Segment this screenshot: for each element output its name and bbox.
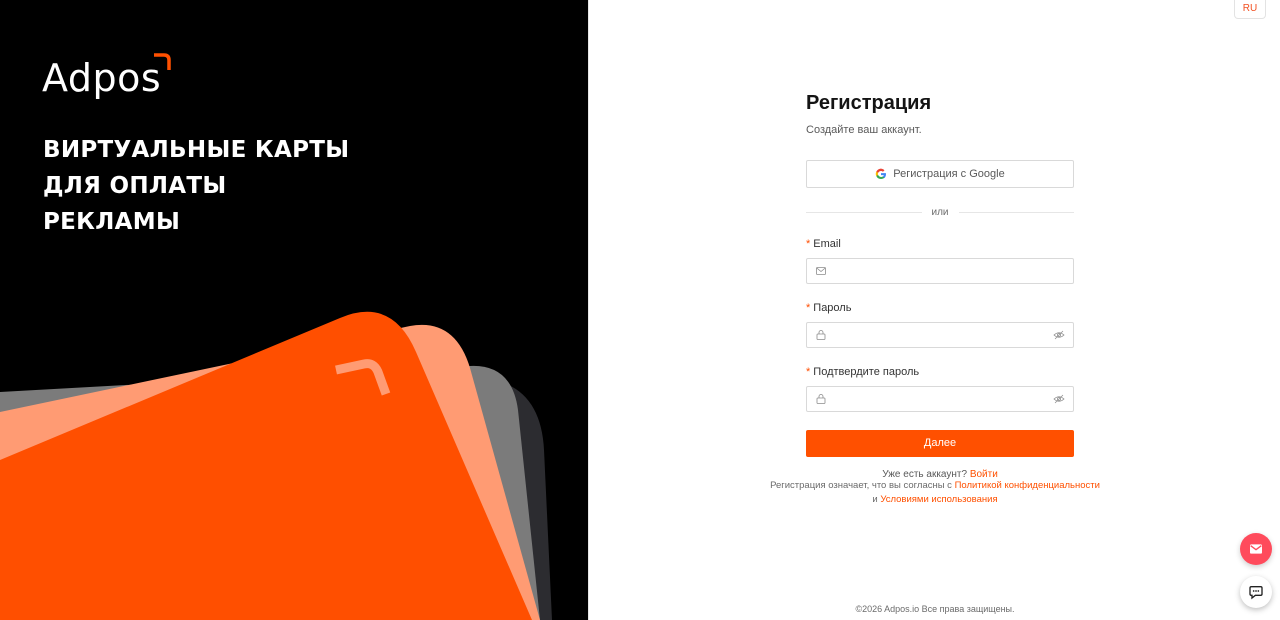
mail-icon [1250, 544, 1262, 554]
required-mark: * [806, 366, 811, 378]
email-field[interactable] [806, 258, 1074, 284]
brand-logo-mark-icon [154, 53, 171, 70]
google-signup-label: Регистрация с Google [893, 168, 1005, 180]
required-mark: * [806, 302, 811, 314]
promo-line-3: РЕКЛАМЫ [43, 209, 181, 235]
lock-icon [816, 394, 826, 404]
terms-and: и [872, 494, 878, 505]
chat-icon [1249, 586, 1263, 600]
privacy-policy-link[interactable]: Политикой конфиденциальности [955, 480, 1100, 491]
required-mark: * [806, 238, 811, 250]
divider-text: или [931, 206, 949, 218]
registration-form: Регистрация Создайте ваш аккаунт. Регист… [806, 92, 1075, 483]
eye-icon[interactable] [1053, 329, 1065, 341]
language-selector[interactable]: RU [1234, 0, 1266, 19]
lock-icon [816, 330, 826, 340]
password-group: * Пароль [806, 302, 1074, 348]
promo-panel: Adpos ВИРТУАЛЬНЫЕ КАРТЫ ДЛЯ ОПЛАТЫ РЕКЛА… [0, 0, 588, 620]
promo-line-1: ВИРТУАЛЬНЫЕ КАРТЫ [43, 137, 350, 163]
promo-line-2: ДЛЯ ОПЛАТЫ [43, 173, 227, 199]
password-label-text: Пароль [813, 302, 852, 314]
support-mail-button[interactable] [1240, 533, 1272, 565]
brand-logo-text: Adpos [42, 56, 162, 100]
confirm-password-group: * Подтвердите пароль [806, 366, 1074, 412]
page-title: Регистрация [806, 92, 932, 114]
password-field[interactable] [806, 322, 1074, 348]
terms-of-use-link[interactable]: Условиями использования [880, 494, 997, 505]
email-input[interactable] [833, 259, 1065, 283]
terms-prefix: Регистрация означает, что вы согласны с [770, 480, 952, 491]
divider-line-right [958, 211, 1075, 213]
mail-icon [816, 267, 826, 275]
next-button[interactable]: Далее [806, 430, 1074, 457]
email-label-text: Email [813, 238, 841, 250]
confirm-password-input[interactable] [833, 387, 1053, 411]
chat-button[interactable] [1240, 576, 1272, 608]
confirm-password-label: * Подтвердите пароль [806, 366, 1074, 380]
promo-headline: ВИРТУАЛЬНЫЕ КАРТЫ ДЛЯ ОПЛАТЫ РЕКЛАМЫ [43, 132, 349, 240]
password-input[interactable] [833, 323, 1053, 347]
footer-copyright: ©2026 Adpos.io Все права защищены. [855, 604, 1015, 614]
divider-line-left [806, 211, 922, 213]
auth-panel: RU Регистрация Создайте ваш аккаунт. Рег… [588, 0, 1280, 620]
eye-icon[interactable] [1053, 393, 1065, 405]
terms-notice: Регистрация означает, что вы согласны с … [589, 479, 1280, 507]
password-label: * Пароль [806, 302, 1074, 316]
terms-line-2: и Условиями использования [589, 493, 1280, 507]
page-subtitle: Создайте ваш аккаунт. [806, 124, 922, 136]
confirm-password-label-text: Подтвердите пароль [813, 366, 920, 378]
google-icon [876, 168, 887, 180]
confirm-password-field[interactable] [806, 386, 1074, 412]
or-divider: или [806, 205, 1075, 219]
email-group: * Email [806, 238, 1074, 284]
email-label: * Email [806, 238, 1074, 252]
terms-line-1: Регистрация означает, что вы согласны с … [589, 479, 1280, 493]
google-signup-button[interactable]: Регистрация с Google [806, 160, 1074, 188]
